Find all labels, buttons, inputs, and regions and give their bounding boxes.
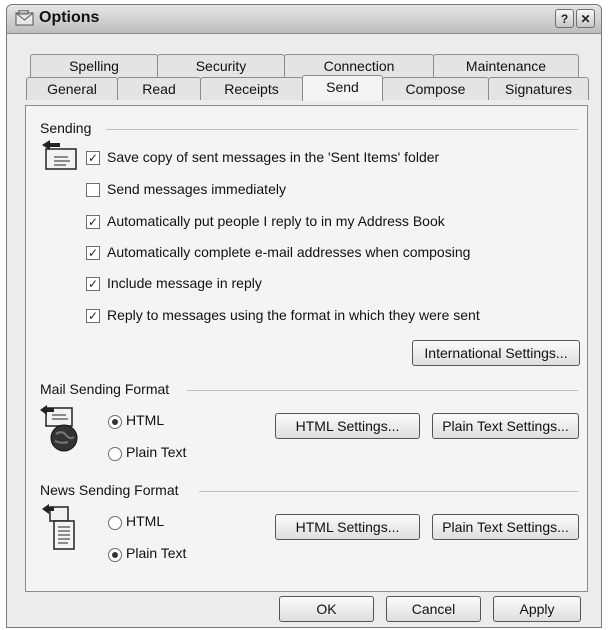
tab-send[interactable]: Send [302, 75, 383, 101]
mail-plain-text-label: Plain Text [126, 444, 187, 460]
news-plain-text-radio[interactable] [108, 548, 122, 562]
mail-format-group-label: Mail Sending Format [40, 381, 174, 397]
sending-separator [106, 129, 578, 130]
tab-compose[interactable]: Compose [382, 77, 489, 100]
news-html-label: HTML [126, 513, 165, 529]
tab-connection[interactable]: Connection [284, 54, 434, 77]
tab-security[interactable]: Security [157, 54, 285, 77]
news-format-separator [199, 491, 578, 492]
sending-group-label: Sending [40, 120, 96, 136]
mail-format-separator [187, 390, 578, 391]
news-plain-text-label: Plain Text [126, 545, 187, 561]
save-copy-checkbox[interactable]: ✓ [86, 151, 100, 165]
mail-html-settings-button[interactable]: HTML Settings... [275, 413, 420, 439]
mail-format-icon [40, 405, 78, 452]
mail-html-label: HTML [126, 412, 165, 428]
news-html-radio[interactable] [108, 516, 122, 530]
apply-button[interactable]: Apply [493, 596, 581, 622]
ok-button[interactable]: OK [279, 596, 374, 622]
mail-html-radio[interactable] [108, 415, 122, 429]
help-button[interactable]: ? [555, 9, 574, 28]
auto-complete-label: Automatically complete e-mail addresses … [107, 244, 471, 260]
international-settings-button[interactable]: International Settings... [412, 340, 580, 366]
save-copy-label: Save copy of sent messages in the 'Sent … [107, 149, 440, 165]
tab-receipts[interactable]: Receipts [200, 77, 303, 100]
auto-complete-checkbox[interactable]: ✓ [86, 246, 100, 260]
tab-signatures[interactable]: Signatures [488, 77, 589, 100]
news-format-icon [42, 504, 75, 550]
close-button[interactable]: ✕ [576, 9, 595, 28]
news-html-settings-button[interactable]: HTML Settings... [275, 514, 420, 540]
include-message-checkbox[interactable]: ✓ [86, 277, 100, 291]
reply-format-checkbox[interactable]: ✓ [86, 309, 100, 323]
reply-format-label: Reply to messages using the format in wh… [107, 307, 480, 323]
options-app-icon [15, 10, 34, 26]
news-format-group-label: News Sending Format [40, 482, 183, 498]
tab-spelling[interactable]: Spelling [30, 54, 158, 77]
mail-plain-text-settings-button[interactable]: Plain Text Settings... [432, 413, 579, 439]
news-plain-text-settings-button[interactable]: Plain Text Settings... [432, 514, 579, 540]
cancel-button[interactable]: Cancel [386, 596, 481, 622]
auto-address-book-checkbox[interactable]: ✓ [86, 215, 100, 229]
send-immediately-checkbox[interactable] [86, 183, 100, 197]
include-message-label: Include message in reply [107, 275, 262, 291]
title-bar: Options ? ✕ [7, 5, 601, 34]
auto-address-book-label: Automatically put people I reply to in m… [107, 213, 445, 229]
tab-read[interactable]: Read [117, 77, 201, 100]
tab-general[interactable]: General [26, 77, 118, 100]
window-title: Options [39, 9, 100, 26]
mail-plain-text-radio[interactable] [108, 447, 122, 461]
send-immediately-label: Send messages immediately [107, 181, 286, 197]
outbox-envelope-icon [42, 140, 77, 170]
tab-maintenance[interactable]: Maintenance [433, 54, 579, 77]
